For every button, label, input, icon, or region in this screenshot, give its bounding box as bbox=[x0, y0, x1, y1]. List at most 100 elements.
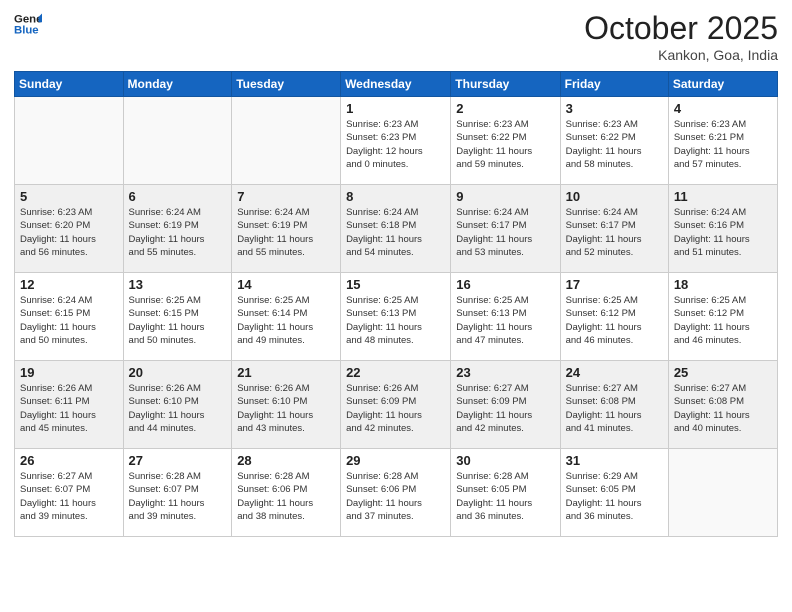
day-info: Sunrise: 6:26 AM Sunset: 6:11 PM Dayligh… bbox=[20, 382, 118, 435]
day-cell: 11 Sunrise: 6:24 AM Sunset: 6:16 PM Dayli… bbox=[668, 185, 777, 273]
day-cell: 12Sunrise: 6:24 AM Sunset: 6:15 PM Dayli… bbox=[15, 273, 124, 361]
day-info: Sunrise: 6:26 AM Sunset: 6:10 PM Dayligh… bbox=[129, 382, 227, 435]
day-cell: 10Sunrise: 6:24 AM Sunset: 6:17 PM Dayli… bbox=[560, 185, 668, 273]
week-row-2: 5 Sunrise: 6:23 AM Sunset: 6:20 PM Daylig… bbox=[15, 185, 778, 273]
day-number: 7 bbox=[237, 189, 335, 204]
day-cell: 17 Sunrise: 6:25 AM Sunset: 6:12 PM Dayli… bbox=[560, 273, 668, 361]
svg-text:Blue: Blue bbox=[14, 25, 39, 37]
day-info: Sunrise: 6:24 AM Sunset: 6:16 PM Dayligh… bbox=[674, 206, 772, 259]
day-number: 2 bbox=[456, 101, 554, 116]
day-cell: 28 Sunrise: 6:28 AM Sunset: 6:06 PM Dayli… bbox=[232, 449, 341, 537]
day-info: Sunrise: 6:25 AM Sunset: 6:12 PM Dayligh… bbox=[566, 294, 663, 347]
day-info: Sunrise: 6:28 AM Sunset: 6:06 PM Dayligh… bbox=[237, 470, 335, 523]
day-info: Sunrise: 6:25 AM Sunset: 6:14 PM Dayligh… bbox=[237, 294, 335, 347]
col-header-wednesday: Wednesday bbox=[341, 72, 451, 97]
day-info: Sunrise: 6:24 AM Sunset: 6:15 PM Dayligh… bbox=[20, 294, 118, 347]
day-number: 30 bbox=[456, 453, 554, 468]
day-info: Sunrise: 6:24 AM Sunset: 6:19 PM Dayligh… bbox=[129, 206, 227, 259]
day-info: Sunrise: 6:23 AM Sunset: 6:21 PM Dayligh… bbox=[674, 118, 772, 171]
day-info: Sunrise: 6:25 AM Sunset: 6:13 PM Dayligh… bbox=[456, 294, 554, 347]
day-cell: 25 Sunrise: 6:27 AM Sunset: 6:08 PM Dayli… bbox=[668, 361, 777, 449]
week-row-4: 19 Sunrise: 6:26 AM Sunset: 6:11 PM Dayli… bbox=[15, 361, 778, 449]
day-info: Sunrise: 6:24 AM Sunset: 6:19 PM Dayligh… bbox=[237, 206, 335, 259]
day-info: Sunrise: 6:28 AM Sunset: 6:06 PM Dayligh… bbox=[346, 470, 445, 523]
col-header-monday: Monday bbox=[123, 72, 232, 97]
day-info: Sunrise: 6:25 AM Sunset: 6:12 PM Dayligh… bbox=[674, 294, 772, 347]
logo-icon: General Blue bbox=[14, 10, 42, 38]
day-cell: 18 Sunrise: 6:25 AM Sunset: 6:12 PM Dayli… bbox=[668, 273, 777, 361]
day-cell: 7 Sunrise: 6:24 AM Sunset: 6:19 PM Daylig… bbox=[232, 185, 341, 273]
day-number: 19 bbox=[20, 365, 118, 380]
day-cell: 21Sunrise: 6:26 AM Sunset: 6:10 PM Dayli… bbox=[232, 361, 341, 449]
week-row-5: 26 Sunrise: 6:27 AM Sunset: 6:07 PM Dayli… bbox=[15, 449, 778, 537]
title-block: October 2025 Kankon, Goa, India bbox=[584, 10, 778, 63]
day-cell bbox=[15, 97, 124, 185]
day-cell: 3 Sunrise: 6:23 AM Sunset: 6:22 PM Daylig… bbox=[560, 97, 668, 185]
day-cell: 19 Sunrise: 6:26 AM Sunset: 6:11 PM Dayli… bbox=[15, 361, 124, 449]
day-number: 17 bbox=[566, 277, 663, 292]
day-number: 14 bbox=[237, 277, 335, 292]
day-number: 23 bbox=[456, 365, 554, 380]
day-cell: 16 Sunrise: 6:25 AM Sunset: 6:13 PM Dayli… bbox=[451, 273, 560, 361]
location: Kankon, Goa, India bbox=[584, 47, 778, 63]
day-cell: 4Sunrise: 6:23 AM Sunset: 6:21 PM Daylig… bbox=[668, 97, 777, 185]
header-row: SundayMondayTuesdayWednesdayThursdayFrid… bbox=[15, 72, 778, 97]
day-cell bbox=[232, 97, 341, 185]
day-number: 13 bbox=[129, 277, 227, 292]
day-info: Sunrise: 6:24 AM Sunset: 6:18 PM Dayligh… bbox=[346, 206, 445, 259]
day-number: 21 bbox=[237, 365, 335, 380]
day-number: 28 bbox=[237, 453, 335, 468]
day-info: Sunrise: 6:23 AM Sunset: 6:20 PM Dayligh… bbox=[20, 206, 118, 259]
day-info: Sunrise: 6:28 AM Sunset: 6:07 PM Dayligh… bbox=[129, 470, 227, 523]
col-header-tuesday: Tuesday bbox=[232, 72, 341, 97]
day-number: 15 bbox=[346, 277, 445, 292]
week-row-1: 1 Sunrise: 6:23 AM Sunset: 6:23 PM Daylig… bbox=[15, 97, 778, 185]
day-number: 11 bbox=[674, 189, 772, 204]
day-cell: 2 Sunrise: 6:23 AM Sunset: 6:22 PM Daylig… bbox=[451, 97, 560, 185]
day-cell: 24Sunrise: 6:27 AM Sunset: 6:08 PM Dayli… bbox=[560, 361, 668, 449]
day-number: 18 bbox=[674, 277, 772, 292]
day-cell: 14 Sunrise: 6:25 AM Sunset: 6:14 PM Dayli… bbox=[232, 273, 341, 361]
day-cell: 31 Sunrise: 6:29 AM Sunset: 6:05 PM Dayli… bbox=[560, 449, 668, 537]
day-info: Sunrise: 6:27 AM Sunset: 6:07 PM Dayligh… bbox=[20, 470, 118, 523]
day-info: Sunrise: 6:23 AM Sunset: 6:22 PM Dayligh… bbox=[456, 118, 554, 171]
calendar-table: SundayMondayTuesdayWednesdayThursdayFrid… bbox=[14, 71, 778, 537]
day-cell: 6 Sunrise: 6:24 AM Sunset: 6:19 PM Daylig… bbox=[123, 185, 232, 273]
day-number: 31 bbox=[566, 453, 663, 468]
week-row-3: 12Sunrise: 6:24 AM Sunset: 6:15 PM Dayli… bbox=[15, 273, 778, 361]
day-cell: 23Sunrise: 6:27 AM Sunset: 6:09 PM Dayli… bbox=[451, 361, 560, 449]
day-number: 9 bbox=[456, 189, 554, 204]
col-header-sunday: Sunday bbox=[15, 72, 124, 97]
day-cell: 8 Sunrise: 6:24 AM Sunset: 6:18 PM Daylig… bbox=[341, 185, 451, 273]
day-number: 6 bbox=[129, 189, 227, 204]
day-info: Sunrise: 6:27 AM Sunset: 6:08 PM Dayligh… bbox=[566, 382, 663, 435]
day-info: Sunrise: 6:23 AM Sunset: 6:22 PM Dayligh… bbox=[566, 118, 663, 171]
svg-text:General: General bbox=[14, 13, 42, 25]
day-number: 26 bbox=[20, 453, 118, 468]
day-info: Sunrise: 6:23 AM Sunset: 6:23 PM Dayligh… bbox=[346, 118, 445, 171]
day-info: Sunrise: 6:27 AM Sunset: 6:08 PM Dayligh… bbox=[674, 382, 772, 435]
logo: General Blue bbox=[14, 10, 42, 38]
day-cell: 22Sunrise: 6:26 AM Sunset: 6:09 PM Dayli… bbox=[341, 361, 451, 449]
day-cell bbox=[668, 449, 777, 537]
day-number: 8 bbox=[346, 189, 445, 204]
day-number: 16 bbox=[456, 277, 554, 292]
day-cell: 29 Sunrise: 6:28 AM Sunset: 6:06 PM Dayli… bbox=[341, 449, 451, 537]
col-header-thursday: Thursday bbox=[451, 72, 560, 97]
day-number: 29 bbox=[346, 453, 445, 468]
day-cell: 26 Sunrise: 6:27 AM Sunset: 6:07 PM Dayli… bbox=[15, 449, 124, 537]
day-cell: 1 Sunrise: 6:23 AM Sunset: 6:23 PM Daylig… bbox=[341, 97, 451, 185]
day-number: 5 bbox=[20, 189, 118, 204]
day-number: 22 bbox=[346, 365, 445, 380]
day-info: Sunrise: 6:28 AM Sunset: 6:05 PM Dayligh… bbox=[456, 470, 554, 523]
month-title: October 2025 bbox=[584, 10, 778, 47]
day-number: 1 bbox=[346, 101, 445, 116]
col-header-friday: Friday bbox=[560, 72, 668, 97]
day-info: Sunrise: 6:25 AM Sunset: 6:13 PM Dayligh… bbox=[346, 294, 445, 347]
day-number: 3 bbox=[566, 101, 663, 116]
day-number: 10 bbox=[566, 189, 663, 204]
day-number: 27 bbox=[129, 453, 227, 468]
day-info: Sunrise: 6:29 AM Sunset: 6:05 PM Dayligh… bbox=[566, 470, 663, 523]
day-number: 25 bbox=[674, 365, 772, 380]
calendar-container: General Blue October 2025 Kankon, Goa, I… bbox=[0, 0, 792, 612]
